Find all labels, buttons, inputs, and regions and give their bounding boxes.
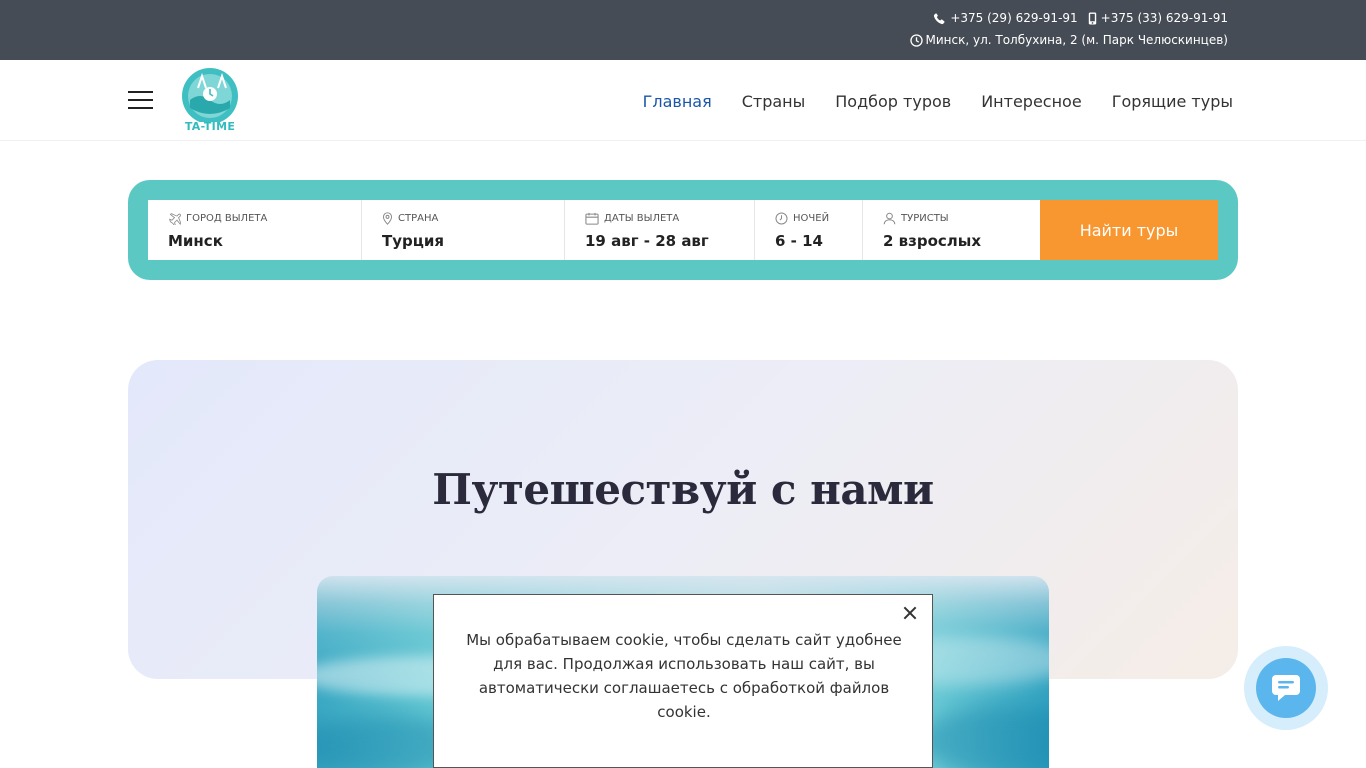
tourists-value: 2 взрослых xyxy=(883,232,982,250)
user-icon xyxy=(883,212,896,224)
clock-icon xyxy=(909,33,923,47)
mobile-icon xyxy=(1088,11,1097,25)
country-value: Турция xyxy=(382,232,445,250)
main-nav: Главная Страны Подбор туров Интересное Г… xyxy=(643,92,1233,111)
dates-field[interactable]: Даты вылета 19 авг - 28 авг xyxy=(565,200,755,260)
clock-icon xyxy=(775,211,788,225)
cookie-notice: Мы обрабатываем cookie, чтобы сделать са… xyxy=(433,594,933,768)
address-text: Минск, ул. Толбухина, 2 (м. Парк Челюски… xyxy=(925,33,1229,47)
nights-label-row: Ночей xyxy=(775,211,862,225)
calendar-icon xyxy=(585,212,599,225)
phone2-text: +375 (33) 629-91-91 xyxy=(1100,11,1228,25)
nights-label: Ночей xyxy=(793,212,830,224)
departure-city-label-row: Город вылета xyxy=(168,211,361,225)
location-pin-icon xyxy=(382,211,393,225)
dates-label: Даты вылета xyxy=(604,212,680,224)
plane-icon xyxy=(168,212,181,225)
departure-city-value: Минск xyxy=(168,232,223,250)
logo-text: TA-TIME xyxy=(184,120,236,133)
nav-item-hot-tours[interactable]: Горящие туры xyxy=(1112,92,1233,111)
address-row: Минск, ул. Толбухина, 2 (м. Парк Челюски… xyxy=(909,33,1229,47)
tourists-label-row: Туристы xyxy=(883,211,1040,225)
dates-label-row: Даты вылета xyxy=(585,211,754,225)
close-icon[interactable] xyxy=(900,603,920,623)
nav-item-interesting[interactable]: Интересное xyxy=(981,92,1081,111)
menu-icon[interactable] xyxy=(128,91,153,109)
chat-widget-button[interactable] xyxy=(1244,646,1328,730)
hero-title: Путешествуй с нами xyxy=(432,465,934,514)
country-field[interactable]: Страна Турция xyxy=(362,200,565,260)
phone1-text: +375 (29) 629-91-91 xyxy=(950,11,1078,25)
chat-widget-inner xyxy=(1256,658,1316,718)
nav-item-countries[interactable]: Страны xyxy=(742,92,806,111)
nav-item-home[interactable]: Главная xyxy=(643,92,712,111)
cookie-text: Мы обрабатываем cookie, чтобы сделать са… xyxy=(466,631,902,721)
nav-item-tour-search[interactable]: Подбор туров xyxy=(835,92,951,111)
site-header: TA-TIME Главная Страны Подбор туров Инте… xyxy=(0,60,1366,141)
phone-row: +375 (29) 629-91-91 +375 (33) 629-91-91 xyxy=(933,11,1228,25)
departure-city-field[interactable]: Город вылета Минск xyxy=(148,200,362,260)
tourists-field[interactable]: Туристы 2 взрослых xyxy=(863,200,1040,260)
search-fields: Город вылета Минск Страна Турция Даты вы… xyxy=(148,200,1218,260)
country-label-row: Страна xyxy=(382,211,564,225)
phone2-link[interactable]: +375 (33) 629-91-91 xyxy=(1088,11,1228,25)
departure-city-label: Город вылета xyxy=(186,212,268,224)
top-contact-bar: +375 (29) 629-91-91 +375 (33) 629-91-91 … xyxy=(0,0,1366,60)
tourists-label: Туристы xyxy=(901,212,949,224)
chat-bubble-icon xyxy=(1272,675,1300,701)
nights-field[interactable]: Ночей 6 - 14 xyxy=(755,200,863,260)
site-logo[interactable]: TA-TIME xyxy=(178,66,242,134)
nights-value: 6 - 14 xyxy=(775,232,823,250)
find-tours-button[interactable]: Найти туры xyxy=(1040,200,1218,260)
country-label: Страна xyxy=(398,212,439,224)
logo-emblem-icon xyxy=(182,68,238,124)
dates-value: 19 авг - 28 авг xyxy=(585,232,709,250)
phone-icon xyxy=(933,12,946,25)
tour-search-panel: Город вылета Минск Страна Турция Даты вы… xyxy=(128,180,1238,280)
phone1-link[interactable]: +375 (29) 629-91-91 xyxy=(933,11,1078,25)
